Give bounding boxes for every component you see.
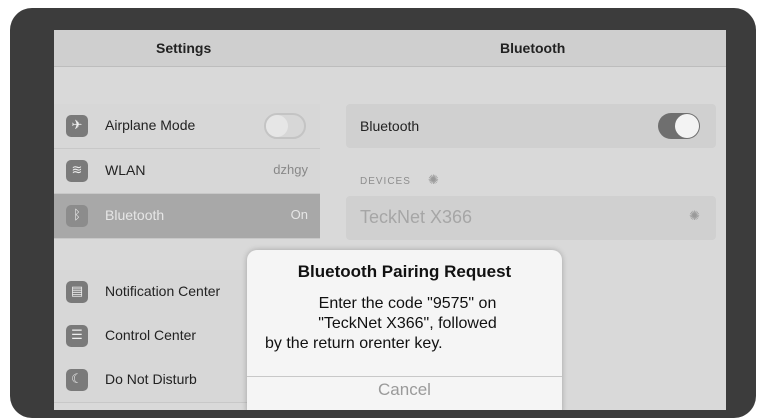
loading-spinner-icon: ✺ xyxy=(428,173,439,188)
screen: Settings Bluetooth ✈ Airplane Mode ≋ WLA… xyxy=(54,30,726,410)
sidebar-item-label: Control Center xyxy=(105,327,197,343)
sidebar-item-wlan[interactable]: ≋ WLAN dzhgy xyxy=(54,149,320,194)
bluetooth-toggle[interactable] xyxy=(658,113,700,139)
airplane-mode-toggle[interactable] xyxy=(264,113,306,139)
dialog-message-line: Enter the code "9575" on xyxy=(318,295,497,312)
settings-title: Settings xyxy=(156,40,212,56)
bluetooth-label: Bluetooth xyxy=(360,118,420,134)
sidebar-item-label: Notification Center xyxy=(105,283,221,299)
toggle-knob xyxy=(266,115,288,137)
dialog-message: Enter the code "9575" on "TeckNet X366",… xyxy=(265,294,550,354)
device-row-tecknet[interactable]: TeckNet X366 ✺ xyxy=(346,196,716,240)
bluetooth-setting-row: Bluetooth xyxy=(346,104,716,148)
bluetooth-icon: ᛒ xyxy=(66,205,88,227)
bluetooth-title: Bluetooth xyxy=(500,40,566,56)
dialog-message-line: by the return orenter key. xyxy=(265,335,443,352)
wifi-icon: ≋ xyxy=(66,160,88,182)
sidebar-item-airplane-mode[interactable]: ✈ Airplane Mode xyxy=(54,104,320,149)
bluetooth-status: On xyxy=(290,207,308,222)
devices-header: DEVICES xyxy=(360,176,411,187)
device-name: TeckNet X366 xyxy=(360,207,473,227)
control-center-icon: ☰ xyxy=(66,325,88,347)
wlan-network-name: dzhgy xyxy=(273,162,308,177)
notification-center-icon: ▤ xyxy=(66,281,88,303)
sidebar-item-label: Airplane Mode xyxy=(105,117,196,133)
airplane-icon: ✈ xyxy=(66,115,88,137)
pairing-dialog: Bluetooth Pairing Request Enter the code… xyxy=(247,250,562,410)
navigation-bar: Settings Bluetooth xyxy=(54,30,726,67)
dialog-title: Bluetooth Pairing Request xyxy=(297,262,512,281)
sidebar-item-label: Do Not Disturb xyxy=(105,371,197,387)
sidebar-item-bluetooth[interactable]: ᛒ Bluetooth On xyxy=(54,194,320,239)
connecting-spinner-icon: ✺ xyxy=(689,209,700,224)
sidebar-item-label: Bluetooth xyxy=(105,207,165,223)
cancel-button[interactable]: Cancel xyxy=(247,380,562,400)
moon-icon: ☾ xyxy=(66,369,88,391)
toggle-knob xyxy=(675,114,699,138)
dialog-divider xyxy=(247,376,562,377)
dialog-message-line: "TeckNet X366", followed xyxy=(318,315,497,332)
sidebar-item-label: WLAN xyxy=(105,162,146,178)
